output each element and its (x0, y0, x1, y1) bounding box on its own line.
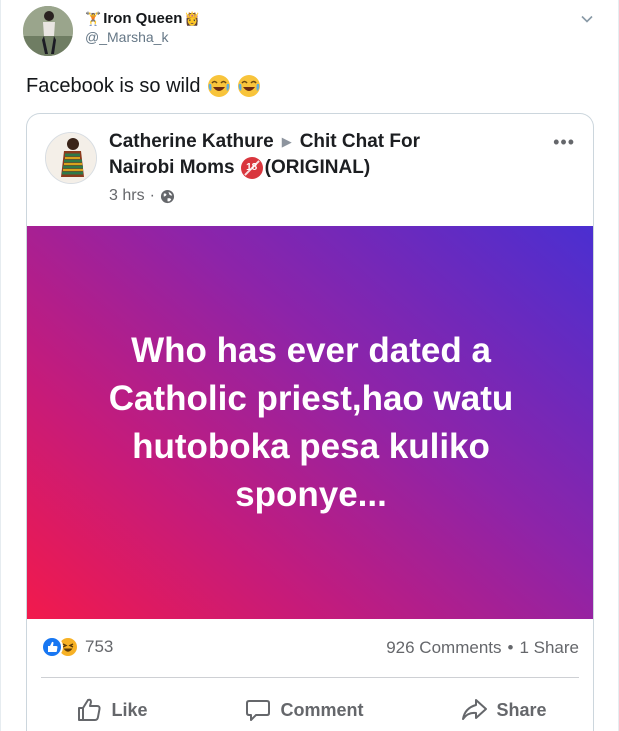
laughing-emoji-icon (237, 75, 260, 97)
fb-group-name-part-2[interactable]: Nairobi Moms (109, 155, 235, 181)
fb-group-suffix[interactable]: (ORIGINAL) (265, 155, 371, 181)
globe-icon (160, 189, 174, 203)
chevron-down-icon[interactable] (580, 12, 594, 26)
tweet-card: 🏋 Iron Queen 👸 @_Marsha_k Facebook is so… (0, 0, 619, 731)
facebook-screenshot-card[interactable]: Catherine Kathure ▶ Chit Chat For Nairob… (26, 113, 594, 731)
fb-post-header: Catherine Kathure ▶ Chit Chat For Nairob… (109, 129, 509, 181)
fb-reactions[interactable]: 753 (41, 636, 113, 658)
fb-header-line-1: Catherine Kathure ▶ Chit Chat For (109, 129, 509, 155)
fb-comments-count[interactable]: 926 Comments (386, 638, 501, 658)
tweet-display-name-row[interactable]: 🏋 Iron Queen 👸 (85, 10, 201, 27)
fb-share-button[interactable]: Share (460, 692, 547, 728)
fb-comment-label: Comment (280, 699, 364, 720)
fb-author-avatar[interactable] (45, 132, 97, 184)
tweet-text: Facebook is so wild (26, 74, 201, 97)
more-options-icon[interactable]: ••• (553, 132, 575, 153)
laughing-emoji-icon (207, 75, 230, 97)
fb-engagement-counts: 926 Comments • 1 Share (386, 638, 579, 658)
fb-header-line-2: Nairobi Moms 18 (ORIGINAL) (109, 155, 509, 181)
fb-author-name[interactable]: Catherine Kathure (109, 129, 274, 155)
fb-post-time[interactable]: 3 hrs (109, 187, 145, 205)
fb-like-button[interactable]: Like (75, 692, 148, 728)
fb-reactions-count[interactable]: 753 (85, 637, 113, 657)
fb-stats-separator: • (507, 638, 514, 657)
no-under-18-icon: 18 (240, 157, 263, 179)
tweet-text-row: Facebook is so wild (26, 74, 261, 98)
like-reaction-icon (41, 636, 63, 658)
arrow-right-icon: ▶ (281, 134, 292, 149)
fb-comment-button[interactable]: Comment (244, 692, 364, 728)
thumbs-up-icon (78, 698, 102, 721)
fb-post-meta: 3 hrs · (109, 187, 175, 205)
share-icon (462, 699, 488, 720)
tweet-avatar[interactable] (23, 6, 73, 56)
fb-action-bar: Like Comment Share (27, 692, 593, 728)
fb-post-background: Who has ever dated a Catholic priest,hao… (27, 226, 593, 619)
fb-group-name-part-1[interactable]: Chit Chat For (300, 129, 420, 155)
tweet-handle[interactable]: @_Marsha_k (85, 29, 201, 45)
fb-shares-count[interactable]: 1 Share (519, 638, 579, 658)
fb-share-label: Share (496, 699, 547, 720)
comment-icon (246, 700, 271, 721)
tweet-author[interactable]: 🏋 Iron Queen 👸 @_Marsha_k (85, 10, 201, 45)
fb-actions-divider (41, 677, 579, 678)
fb-post-stats: 753 926 Comments • 1 Share (27, 632, 593, 662)
princess-emoji-icon: 👸 (184, 11, 201, 26)
fb-post-body: Who has ever dated a Catholic priest,hao… (108, 330, 514, 514)
fb-meta-separator: · (149, 187, 155, 204)
tweet-display-name[interactable]: Iron Queen (103, 10, 182, 27)
fb-like-label: Like (111, 699, 148, 720)
weightlifter-emoji-icon: 🏋 (85, 11, 102, 26)
